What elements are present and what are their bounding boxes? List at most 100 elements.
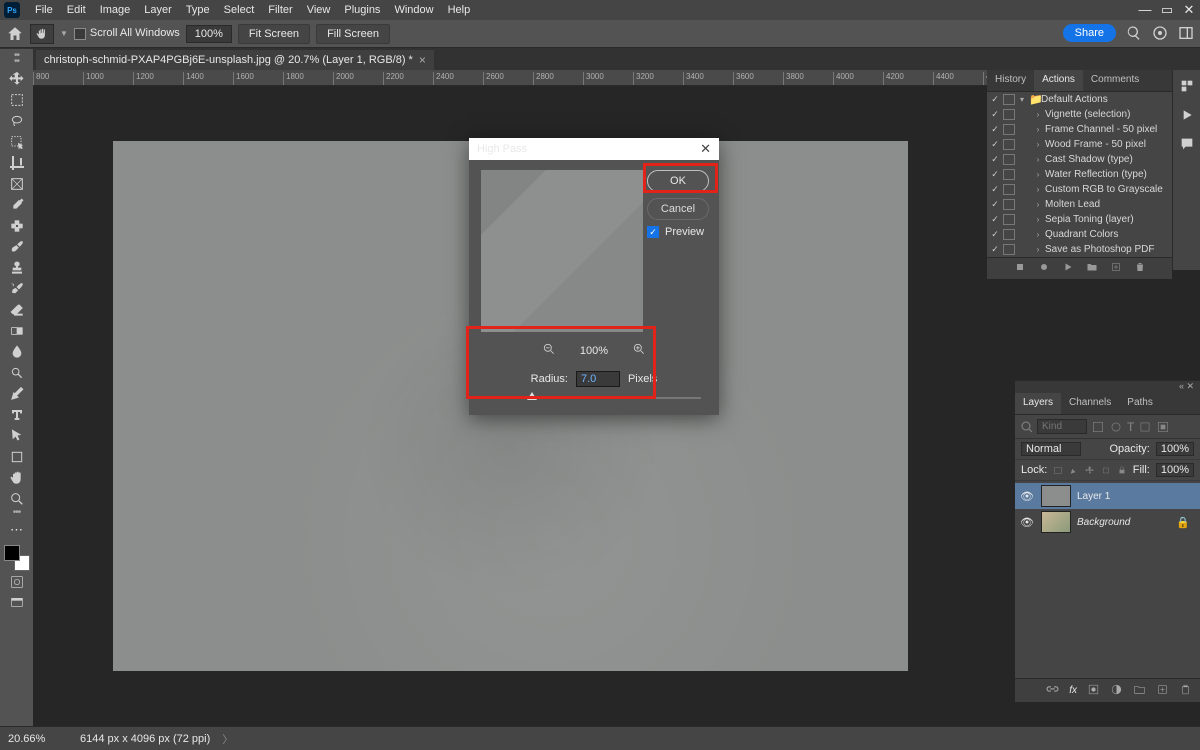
edit-toolbar-icon[interactable]: ⋯ bbox=[5, 520, 29, 540]
scroll-all-checkbox[interactable]: Scroll All Windows bbox=[74, 27, 180, 39]
menu-filter[interactable]: Filter bbox=[261, 0, 299, 20]
action-item[interactable]: ✓›Sepia Toning (layer) bbox=[987, 212, 1172, 227]
move-tool[interactable] bbox=[5, 69, 29, 89]
lock-artboard-icon[interactable] bbox=[1101, 465, 1111, 476]
document-tab[interactable]: christoph-schmid-PXAP4PGBj6E-unsplash.jp… bbox=[36, 49, 434, 70]
fx-icon[interactable]: fx bbox=[1069, 685, 1077, 696]
action-item[interactable]: ✓›Custom RGB to Grayscale bbox=[987, 182, 1172, 197]
heal-tool[interactable] bbox=[5, 216, 29, 236]
cancel-button[interactable]: Cancel bbox=[647, 198, 709, 220]
hand-tool-indicator[interactable] bbox=[30, 24, 54, 44]
zoom-in-icon[interactable] bbox=[632, 342, 646, 359]
menu-image[interactable]: Image bbox=[93, 0, 138, 20]
filter-pixel-icon[interactable] bbox=[1091, 420, 1105, 434]
slider-handle[interactable] bbox=[527, 392, 537, 400]
zoom-out-icon[interactable] bbox=[542, 342, 556, 359]
new-action-icon[interactable] bbox=[1110, 261, 1122, 276]
radius-input[interactable] bbox=[576, 371, 620, 387]
menu-window[interactable]: Window bbox=[387, 0, 440, 20]
dialog-titlebar[interactable]: High Pass ✕ bbox=[469, 138, 719, 160]
dodge-tool[interactable] bbox=[5, 363, 29, 383]
filter-shape-icon[interactable] bbox=[1138, 420, 1152, 434]
layer-thumbnail[interactable] bbox=[1041, 485, 1071, 507]
dialog-preview[interactable] bbox=[481, 170, 643, 332]
minimize-icon[interactable]: — bbox=[1134, 0, 1156, 20]
fit-screen-button[interactable]: Fit Screen bbox=[238, 24, 310, 44]
layer-row[interactable]: 👁 Background 🔒 bbox=[1015, 509, 1200, 535]
hand-tool[interactable] bbox=[5, 468, 29, 488]
preview-checkbox[interactable]: ✓Preview bbox=[647, 226, 709, 238]
action-item[interactable]: ✓›Vignette (selection) bbox=[987, 107, 1172, 122]
close-tab-icon[interactable]: × bbox=[419, 53, 426, 67]
layer-row[interactable]: 👁 Layer 1 bbox=[1015, 483, 1200, 509]
close-icon[interactable]: ✕ bbox=[1178, 0, 1200, 20]
tab-paths[interactable]: Paths bbox=[1119, 393, 1161, 414]
menu-select[interactable]: Select bbox=[217, 0, 262, 20]
record-icon[interactable] bbox=[1038, 261, 1050, 276]
properties-icon[interactable] bbox=[1179, 78, 1195, 97]
layer-name[interactable]: Layer 1 bbox=[1077, 491, 1110, 502]
share-button[interactable]: Share bbox=[1063, 24, 1116, 42]
radius-slider[interactable] bbox=[487, 397, 701, 399]
panel-collapse-bar[interactable]: « ✕ bbox=[1015, 381, 1200, 393]
play-action-icon[interactable] bbox=[1062, 261, 1074, 276]
fill-screen-button[interactable]: Fill Screen bbox=[316, 24, 390, 44]
play-icon[interactable] bbox=[1179, 107, 1195, 126]
eraser-tool[interactable] bbox=[5, 300, 29, 320]
type-tool[interactable] bbox=[5, 405, 29, 425]
delete-layer-icon[interactable] bbox=[1179, 683, 1192, 699]
visibility-icon[interactable]: 👁 bbox=[1019, 516, 1035, 529]
layer-kind-filter[interactable] bbox=[1037, 419, 1087, 434]
gradient-tool[interactable] bbox=[5, 321, 29, 341]
brush-tool[interactable] bbox=[5, 237, 29, 257]
blur-tool[interactable] bbox=[5, 342, 29, 362]
lock-move-icon[interactable] bbox=[1085, 465, 1095, 476]
zoom-field[interactable]: 100% bbox=[186, 25, 232, 43]
home-icon[interactable] bbox=[6, 25, 24, 43]
layer-name[interactable]: Background bbox=[1077, 517, 1130, 528]
adjustment-icon[interactable] bbox=[1110, 683, 1123, 699]
dialog-close-icon[interactable]: ✕ bbox=[700, 141, 711, 157]
new-layer-icon[interactable] bbox=[1156, 683, 1169, 699]
frame-tool[interactable] bbox=[5, 174, 29, 194]
pen-tool[interactable] bbox=[5, 384, 29, 404]
history-brush-tool[interactable] bbox=[5, 279, 29, 299]
path-select-tool[interactable] bbox=[5, 426, 29, 446]
new-set-icon[interactable] bbox=[1086, 261, 1098, 276]
layer-thumbnail[interactable] bbox=[1041, 511, 1071, 533]
screenmode-icon[interactable] bbox=[5, 593, 29, 613]
action-item[interactable]: ✓›Wood Frame - 50 pixel bbox=[987, 137, 1172, 152]
action-folder[interactable]: ✓▾📁Default Actions bbox=[987, 92, 1172, 107]
menu-layer[interactable]: Layer bbox=[137, 0, 179, 20]
lock-brush-icon[interactable] bbox=[1069, 465, 1079, 476]
shape-tool[interactable] bbox=[5, 447, 29, 467]
tab-comments[interactable]: Comments bbox=[1083, 70, 1147, 91]
filter-smart-icon[interactable] bbox=[1156, 420, 1170, 434]
menu-plugins[interactable]: Plugins bbox=[337, 0, 387, 20]
marquee-tool[interactable] bbox=[5, 90, 29, 110]
action-item[interactable]: ✓›Frame Channel - 50 pixel bbox=[987, 122, 1172, 137]
action-item[interactable]: ✓›Water Reflection (type) bbox=[987, 167, 1172, 182]
lock-pixels-icon[interactable] bbox=[1053, 465, 1063, 476]
lock-all-icon[interactable] bbox=[1117, 465, 1127, 476]
foreground-color-swatch[interactable] bbox=[4, 545, 20, 561]
maximize-icon[interactable]: ▭ bbox=[1156, 0, 1178, 20]
stop-icon[interactable] bbox=[1014, 261, 1026, 276]
filter-adjust-icon[interactable] bbox=[1109, 420, 1123, 434]
menu-edit[interactable]: Edit bbox=[60, 0, 93, 20]
mask-icon[interactable] bbox=[1087, 683, 1100, 699]
panel-layout-icon[interactable] bbox=[1178, 25, 1194, 44]
action-item[interactable]: ✓›Cast Shadow (type) bbox=[987, 152, 1172, 167]
object-select-tool[interactable] bbox=[5, 132, 29, 152]
blend-mode-select[interactable]: Normal bbox=[1021, 442, 1081, 456]
comment-icon[interactable] bbox=[1179, 136, 1195, 155]
ok-button[interactable]: OK bbox=[647, 170, 709, 192]
trash-icon[interactable] bbox=[1134, 261, 1146, 276]
lasso-tool[interactable] bbox=[5, 111, 29, 131]
zoom-tool[interactable] bbox=[5, 489, 29, 509]
filter-type-icon[interactable]: T bbox=[1127, 420, 1134, 434]
opacity-field[interactable]: 100% bbox=[1156, 442, 1194, 456]
visibility-icon[interactable]: 👁 bbox=[1019, 490, 1035, 503]
eyedropper-tool[interactable] bbox=[5, 195, 29, 215]
tab-actions[interactable]: Actions bbox=[1034, 70, 1083, 91]
